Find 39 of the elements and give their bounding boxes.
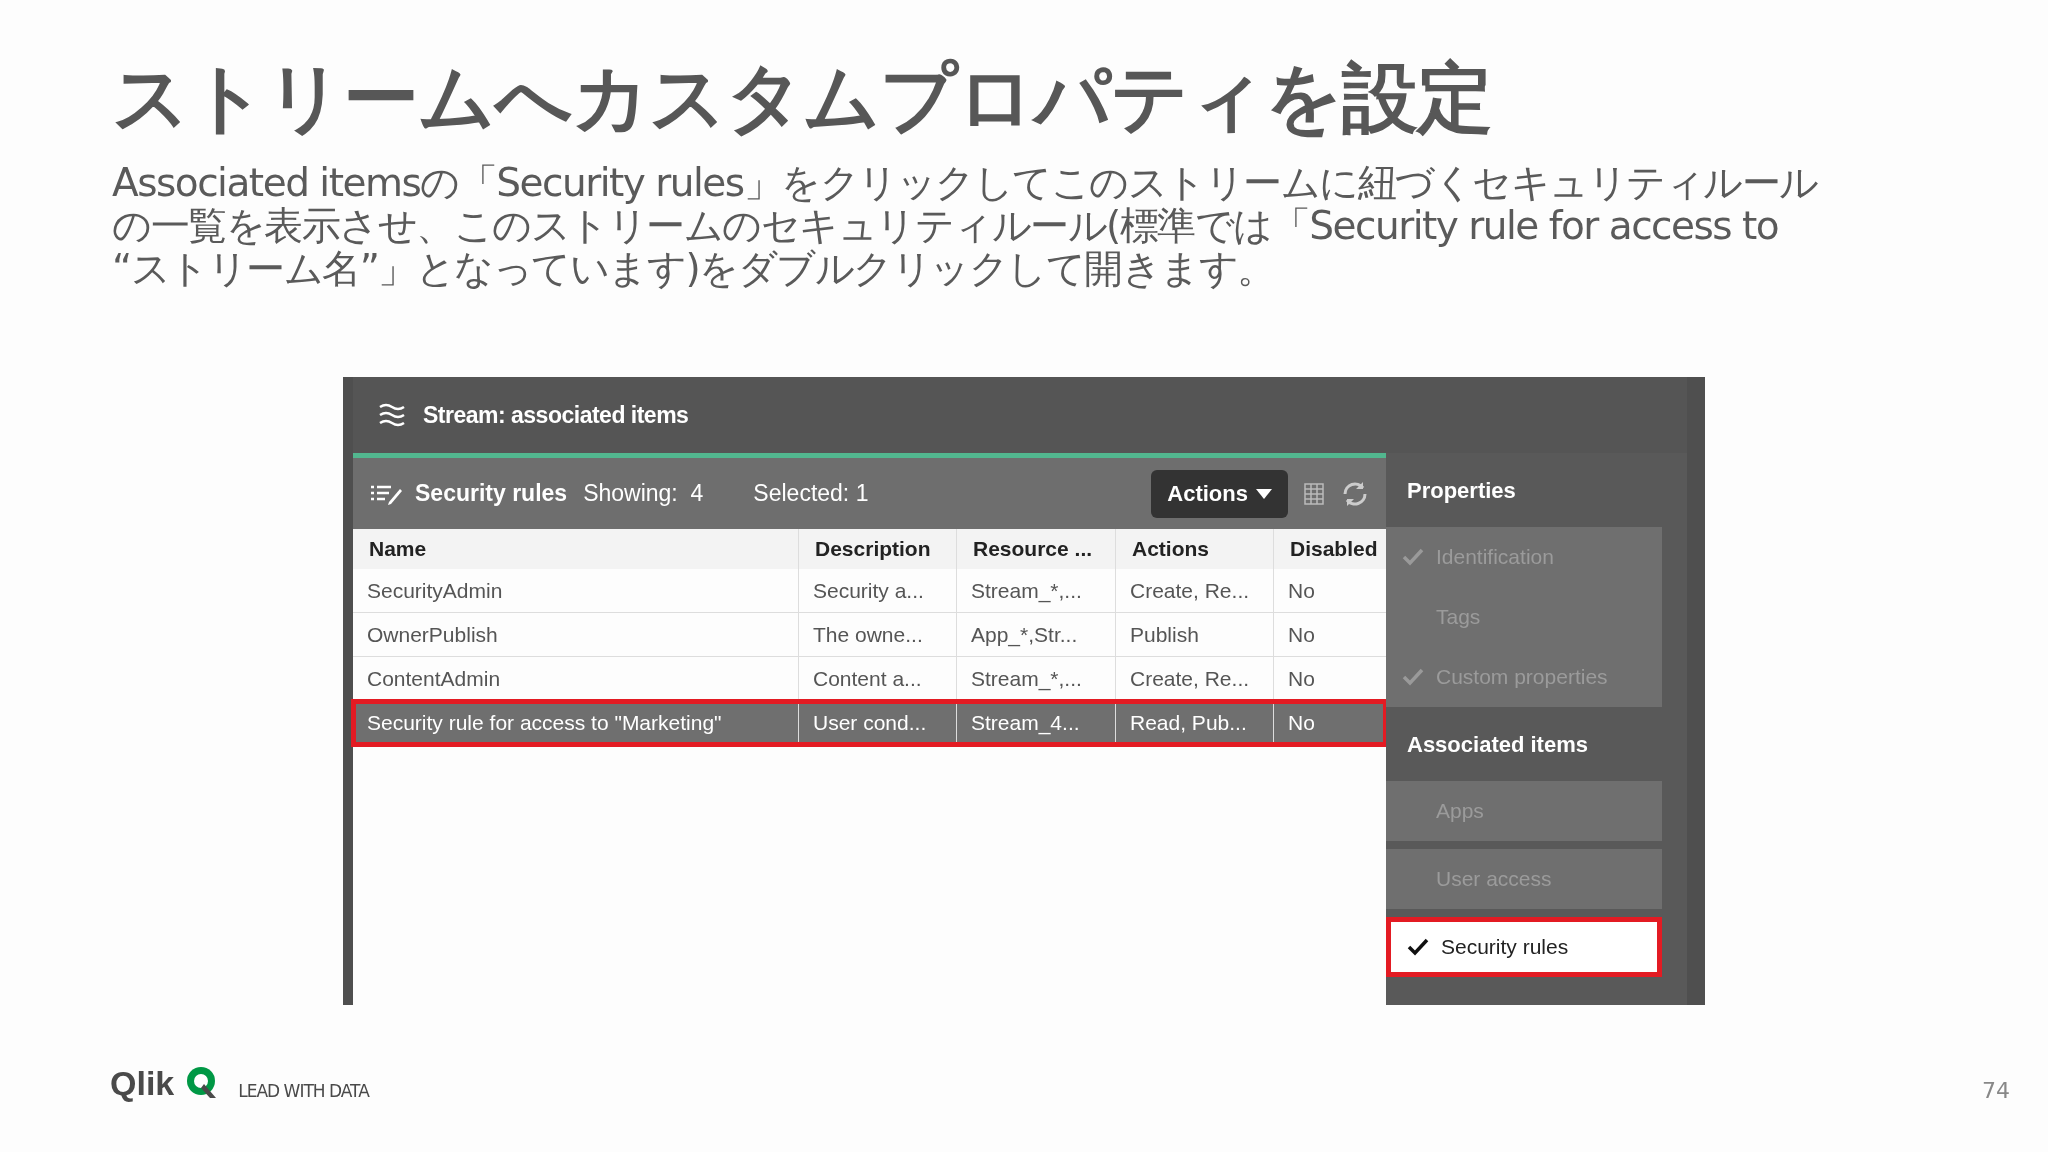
- sidebar-item-label: Security rules: [1441, 934, 1569, 961]
- list-name: Security rules: [415, 479, 568, 509]
- sidebar-item[interactable]: Security rules: [1386, 917, 1662, 977]
- table-cell: Publish: [1115, 613, 1273, 656]
- table-row[interactable]: ContentAdmin Content a... Stream_*,... Create, Re... No: [353, 657, 1386, 701]
- table-cell: Security a...: [798, 569, 956, 612]
- sidebar-section-title: Associated items: [1406, 730, 1589, 759]
- selected-count: Selected: 1: [753, 479, 869, 509]
- table-cell-text: Security rule for access to "Marketing": [366, 710, 723, 737]
- table-cell: Stream_4...: [956, 701, 1115, 745]
- table-cell: The owne...: [798, 613, 956, 656]
- table-view-icon[interactable]: [1304, 482, 1324, 505]
- table-row[interactable]: Security rule for access to "Marketing" User cond... Stream_4... Read, Pub... No: [353, 701, 1386, 745]
- slide-body-text: Associated itemsの「Security rules」をクリックしてこのストリームに紐づくセキュリティルール の一覧を表示させ、このストリームのセキュリティルール(標準では「Security rule for access to “ストリーム名”」となっています)をダブルクリックして開きます。: [112, 161, 1818, 291]
- tagline: LEAD WITH DATA: [238, 1083, 369, 1100]
- table-cell-text: SecurityAdmin: [366, 577, 504, 604]
- table-cell: App_*,Str...: [956, 613, 1115, 656]
- column-header[interactable]: Name: [353, 529, 798, 569]
- table-row[interactable]: SecurityAdmin Security a... Stream_*,... Create, Re... No: [353, 569, 1386, 613]
- sidebar-section-title: Properties: [1406, 476, 1517, 505]
- table-cell: User cond...: [798, 701, 956, 745]
- table-cell-text: OwnerPublish: [366, 621, 499, 648]
- brand-logo-text: Qlik: [110, 1066, 175, 1100]
- table-cell-text: ContentAdmin: [366, 665, 502, 692]
- slide-title: ストリームへカスタムプロパティを設定: [112, 52, 1493, 144]
- table-cell: Create, Re...: [1115, 569, 1273, 612]
- check-icon: [1402, 668, 1424, 686]
- table-cell: Read, Pub...: [1115, 701, 1273, 745]
- check-icon: [1407, 938, 1429, 956]
- actions-button[interactable]: Actions: [1151, 469, 1288, 518]
- table-row[interactable]: OwnerPublish The owne... App_*,Str... Publish No: [353, 613, 1386, 657]
- table-cell: Stream_*,...: [956, 569, 1115, 612]
- stream-icon: [377, 402, 407, 428]
- caret-icon: [1256, 488, 1272, 499]
- showing-count: Showing: 4: [583, 479, 704, 509]
- logo-ring-icon: [186, 1066, 219, 1100]
- check-icon: [1402, 548, 1424, 566]
- page-number: 74: [1982, 1077, 2010, 1105]
- window-title: Stream: associated items: [423, 400, 689, 430]
